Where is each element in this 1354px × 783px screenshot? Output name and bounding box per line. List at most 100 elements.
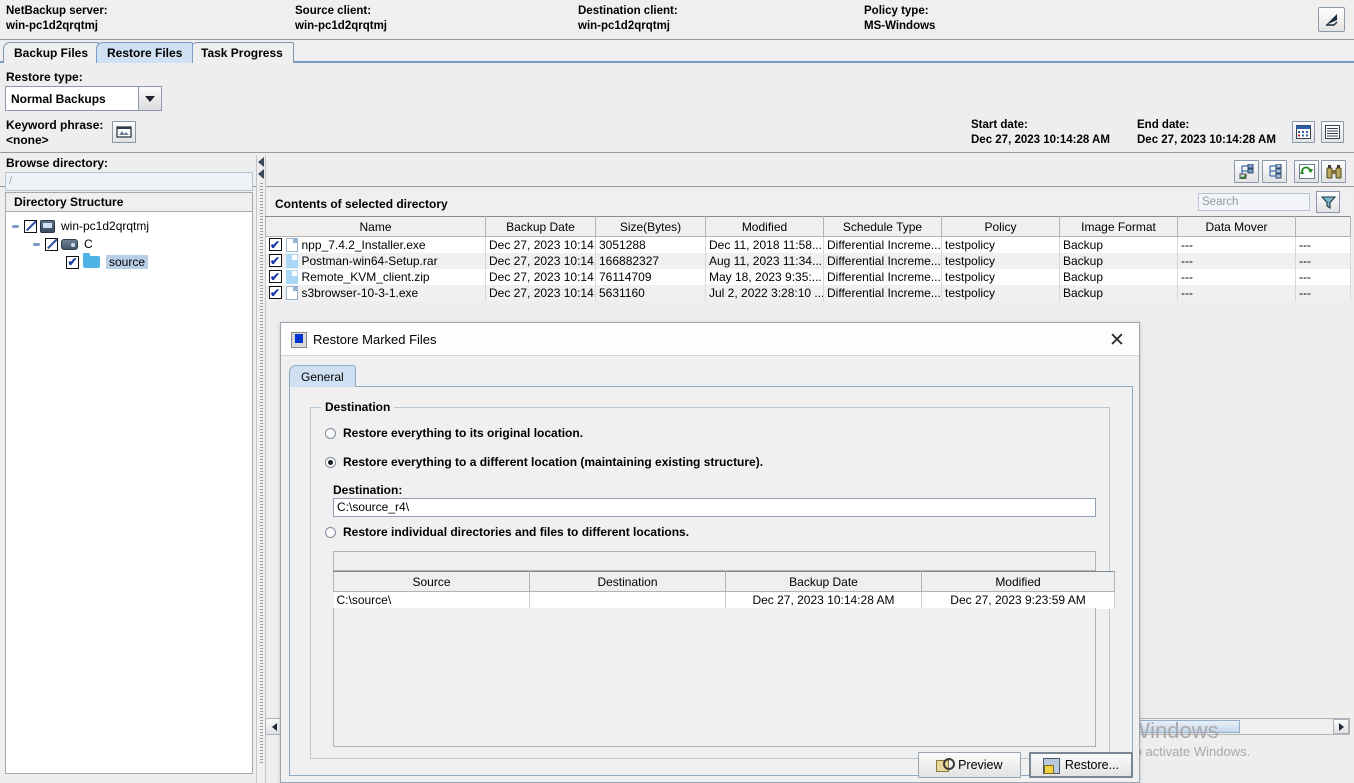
cell-extra: ---	[1295, 284, 1351, 301]
directory-structure-header: Directory Structure	[5, 192, 253, 212]
cell-backup-date: Dec 27, 2023 10:14...	[485, 268, 596, 285]
collapse-left-icon[interactable]	[258, 157, 264, 167]
column-header-backup-date[interactable]: Backup Date	[485, 216, 596, 237]
deselect-all-glyph	[1268, 164, 1281, 179]
restore-button[interactable]: Restore...	[1028, 752, 1133, 778]
netbackup-restore-window: NetBackup server: win-pc1d2qrqtmj Source…	[0, 0, 1354, 783]
refresh-glyph	[1298, 164, 1315, 179]
scroll-thumb[interactable]	[1128, 720, 1240, 733]
table-row[interactable]: ✔ Postman-win64-Setup.rar Dec 27, 2023 1…	[265, 252, 1351, 269]
directory-tree[interactable]: win-pc1d2qrqtmj C ✔ source	[5, 212, 253, 774]
restore-type-dropdown[interactable]: Normal Backups	[5, 86, 162, 111]
drive-icon	[61, 238, 78, 250]
tree-node-win-pc1d2qrqtmj[interactable]: win-pc1d2qrqtmj	[6, 218, 252, 234]
tree-node-source[interactable]: ✔ source	[6, 253, 252, 270]
contents-table[interactable]: Name Backup Date Size(Bytes) Modified Sc…	[265, 216, 1351, 301]
column-header-schedule-type[interactable]: Schedule Type	[823, 216, 942, 237]
dialog-table-header-row: Source Destination Backup Date Modified	[333, 571, 1115, 592]
radio-button[interactable]	[325, 526, 336, 538]
arrow-right-icon	[1338, 722, 1344, 731]
contents-title: Contents of selected directory	[266, 194, 1350, 216]
destination-groupbox: Destination Restore everything to its or…	[310, 400, 1115, 759]
tab-backup-files[interactable]: Backup Files	[3, 42, 100, 63]
expand-arrow-icon[interactable]	[1318, 7, 1345, 32]
cell-name[interactable]: ✔ Remote_KVM_client.zip	[265, 268, 486, 285]
dialog-column-backup-date[interactable]: Backup Date	[725, 571, 922, 592]
start-date-block: Start date: Dec 27, 2023 10:14:28 AM	[971, 118, 1110, 148]
restore-type-value: Normal Backups	[6, 87, 138, 110]
cell-image-format: Backup	[1059, 268, 1178, 285]
preview-icon	[936, 758, 956, 772]
browse-directory-input[interactable]: /	[5, 172, 253, 191]
table-row[interactable]: ✔ Remote_KVM_client.zip Dec 27, 2023 10:…	[265, 268, 1351, 285]
cell-extra: ---	[1295, 236, 1351, 253]
tree-checkbox-checked[interactable]: ✔	[66, 255, 79, 269]
header-field-destination-client: Destination client: win-pc1d2qrqtmj	[578, 4, 678, 34]
header-field-label: Policy type:	[864, 5, 929, 17]
close-icon[interactable]: ✕	[1107, 330, 1127, 350]
column-header-modified[interactable]: Modified	[705, 216, 824, 237]
destination-legend: Destination	[321, 400, 395, 414]
calendar-icon[interactable]	[1292, 121, 1315, 143]
row-checkbox[interactable]: ✔	[268, 286, 282, 299]
tab-restore-files[interactable]: Restore Files	[96, 42, 194, 63]
table-row[interactable]: ✔ s3browser-10-3-1.exe Dec 27, 2023 10:1…	[265, 284, 1351, 301]
chevron-down-icon[interactable]	[138, 87, 161, 110]
row-checkbox[interactable]: ✔	[268, 254, 282, 267]
column-header-data-mover[interactable]: Data Mover	[1177, 216, 1296, 237]
search-binoculars-icon[interactable]	[1321, 160, 1346, 183]
column-header-policy[interactable]: Policy	[941, 216, 1060, 237]
date-list-icon[interactable]	[1321, 121, 1344, 143]
dialog-table-toolbar	[333, 551, 1096, 571]
row-checkbox[interactable]: ✔	[268, 238, 282, 252]
restore-window-icon	[291, 332, 307, 348]
radio-button[interactable]	[325, 427, 336, 439]
dialog-column-source[interactable]: Source	[333, 571, 530, 592]
file-name: Remote_KVM_client.zip	[301, 269, 430, 284]
deselect-all-icon[interactable]	[1262, 160, 1287, 183]
preview-button[interactable]: Preview	[917, 752, 1021, 778]
tree-checkbox-partial[interactable]	[24, 219, 37, 233]
cell-name[interactable]: ✔ Postman-win64-Setup.rar	[265, 252, 486, 269]
collapse-right-icon[interactable]	[258, 169, 264, 179]
column-header-size[interactable]: Size(Bytes)	[595, 216, 706, 237]
cell-name[interactable]: ✔ npp_7.4.2_Installer.exe	[265, 236, 486, 253]
keyword-glyph	[116, 126, 132, 138]
tree-node-label: source	[106, 255, 149, 269]
keyword-icon[interactable]	[112, 121, 136, 143]
cell-size: 166882327	[595, 252, 706, 269]
column-header-extra[interactable]	[1295, 216, 1351, 237]
tree-node-c[interactable]: C	[6, 236, 252, 252]
cell-backup-date: Dec 27, 2023 10:14...	[485, 252, 596, 269]
radio-individual-locations[interactable]: Restore individual directories and files…	[325, 525, 689, 539]
tab-task-progress[interactable]: Task Progress	[190, 42, 294, 63]
expand-handle-icon[interactable]	[33, 240, 42, 249]
select-all-icon[interactable]	[1234, 160, 1259, 183]
column-header-name[interactable]: Name	[265, 216, 486, 237]
filter-funnel-icon[interactable]	[1316, 191, 1340, 213]
column-header-image-format[interactable]: Image Format	[1059, 216, 1178, 237]
dialog-column-modified[interactable]: Modified	[921, 571, 1115, 592]
table-row[interactable]: ✔ npp_7.4.2_Installer.exe Dec 27, 2023 1…	[265, 236, 1351, 253]
radio-original-location[interactable]: Restore everything to its original locat…	[325, 426, 583, 440]
tree-checkbox-partial[interactable]	[45, 237, 58, 251]
scroll-right-button[interactable]	[1333, 719, 1349, 734]
destination-input[interactable]: C:\source_r4\	[333, 498, 1096, 517]
radio-button-selected[interactable]	[325, 456, 336, 468]
radio-different-location[interactable]: Restore everything to a different locati…	[325, 455, 763, 469]
cell-modified: May 18, 2023 9:35:...	[705, 268, 824, 285]
table-header-row: Name Backup Date Size(Bytes) Modified Sc…	[265, 216, 1351, 237]
cell-name[interactable]: ✔ s3browser-10-3-1.exe	[265, 284, 486, 301]
row-checkbox[interactable]: ✔	[268, 270, 282, 283]
search-input[interactable]: Search	[1198, 193, 1310, 211]
file-archive-icon	[285, 269, 298, 284]
cell-size: 3051288	[595, 236, 706, 253]
refresh-icon[interactable]	[1294, 160, 1319, 183]
header-field-value: win-pc1d2qrqtmj	[578, 20, 671, 32]
tab-general[interactable]: General	[289, 365, 356, 387]
cell-image-format: Backup	[1059, 236, 1178, 253]
dialog-table-row[interactable]: C:\source\ Dec 27, 2023 10:14:28 AM Dec …	[333, 591, 1115, 609]
dialog-column-destination[interactable]: Destination	[529, 571, 726, 592]
dialog-mapping-table[interactable]: Source Destination Backup Date Modified …	[333, 571, 1115, 609]
expand-handle-icon[interactable]	[12, 222, 21, 231]
